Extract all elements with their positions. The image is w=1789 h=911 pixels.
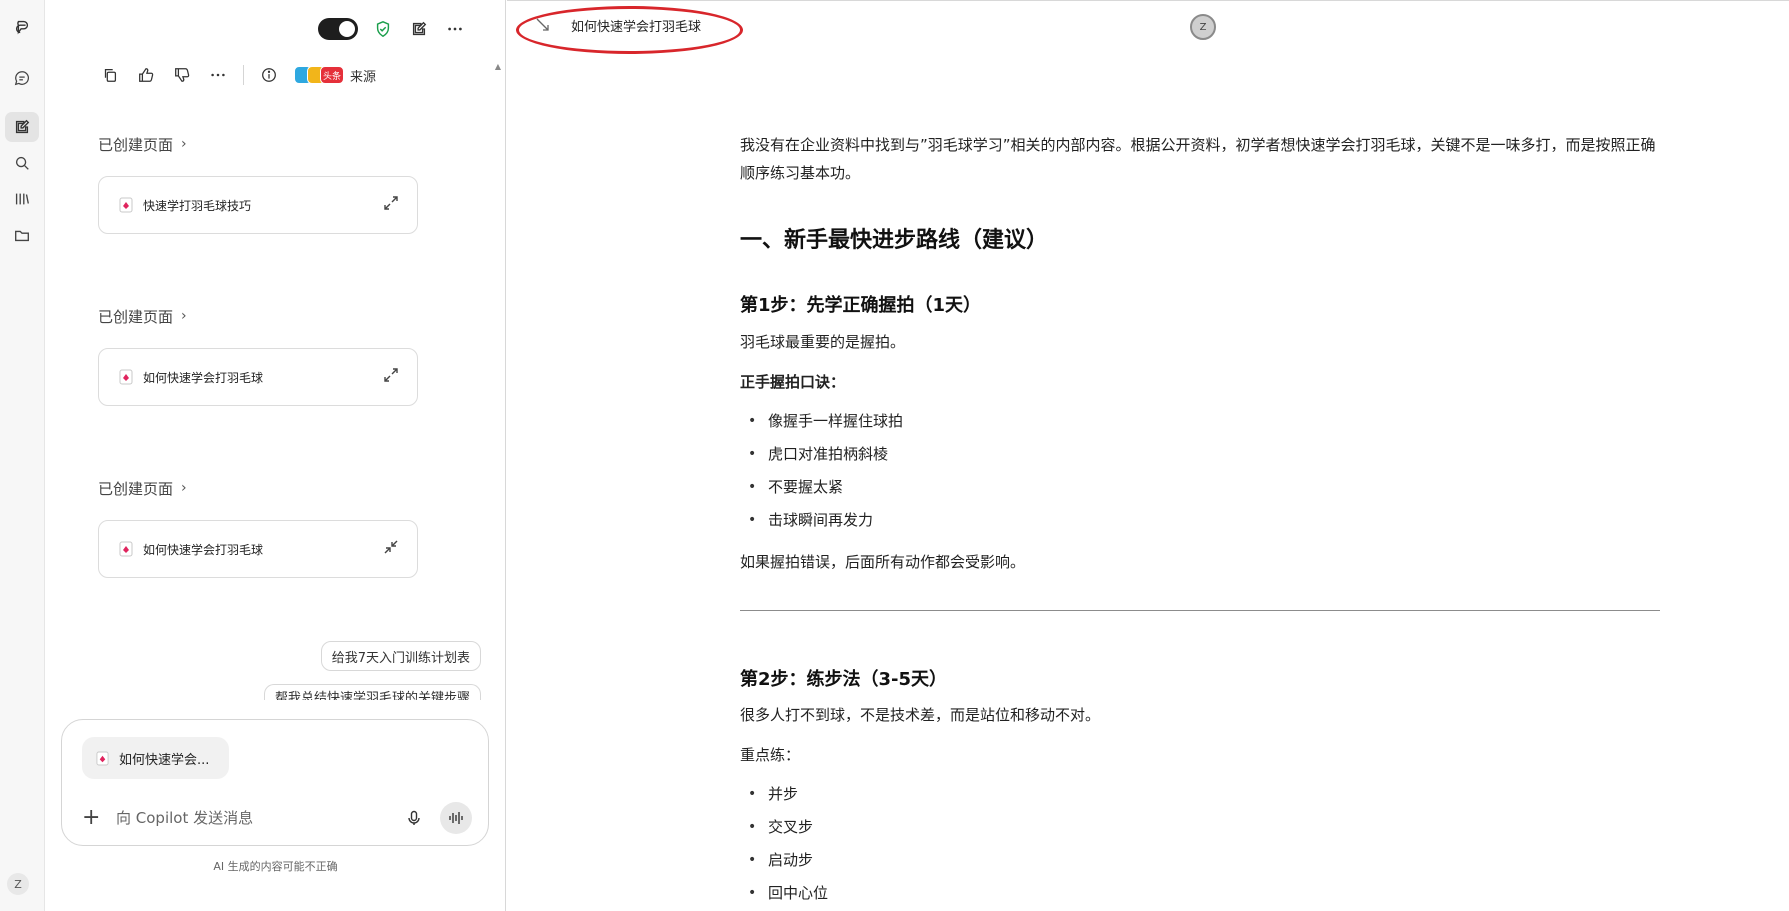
created-page-header[interactable]: 已创建页面 › [98, 304, 428, 328]
sources-label: 来源 [350, 69, 377, 85]
suggestion-chip[interactable]: 帮我总结快速学羽毛球的关键步骤 [263, 684, 481, 700]
attachment-chip[interactable]: 如何快速学会... [82, 737, 230, 779]
paragraph: 很多人打不到球，不是技术差，而是站位和移动不对。 [740, 706, 1101, 724]
attachment-label: 如何快速学会... [119, 752, 210, 768]
chevron-right-icon: › [181, 308, 187, 324]
message-input[interactable] [116, 809, 400, 827]
created-page-block: 已创建页面 › 如何快速学会打羽毛球 [98, 304, 428, 406]
created-page-block: 已创建页面 › 如何快速学会打羽毛球 [98, 476, 428, 578]
list-item: 启动步 [748, 850, 828, 883]
ai-disclaimer: AI 生成的内容可能不正确 [213, 860, 338, 873]
mode-toggle[interactable] [318, 18, 358, 40]
message-actions: 头条 来源 [99, 64, 376, 86]
more-actions-icon[interactable] [207, 64, 229, 86]
list-item: 不要握太紧 [748, 477, 903, 510]
bullet-list: 像握手一样握住球拍 虎口对准拍柄斜棱 不要握太紧 击球瞬间再发力 [748, 411, 903, 543]
subheading: 正手握拍口诀： [740, 373, 846, 391]
red-highlight-ring [516, 6, 743, 54]
list-item: 击球瞬间再发力 [748, 510, 903, 543]
intro-paragraph: 我没有在企业资料中找到与”羽毛球学习”相关的内部内容。根据公开资料，初学者想快速… [740, 136, 1656, 182]
document-header: 如何快速学会打羽毛球 Z [507, 1, 1789, 54]
scroll-up-arrow[interactable]: ▲ [495, 62, 501, 71]
chat-top-toolbar [318, 18, 466, 40]
bullet-list: 并步 交叉步 启动步 回中心位 [748, 784, 828, 911]
source-badge: 头条 [320, 66, 344, 84]
chat-panel: 头条 来源 ▲ 已创建页面 › 快速学打羽毛球技巧 已创建页面 › 如何快速学会… [45, 0, 506, 911]
list-item: 回中心位 [748, 883, 828, 911]
list-item: 虎口对准拍柄斜棱 [748, 444, 903, 477]
list-item: 像握手一样握住球拍 [748, 411, 903, 444]
sources-button[interactable]: 头条 来源 [294, 66, 376, 85]
expand-icon[interactable] [383, 367, 399, 387]
thumbs-down-icon[interactable] [171, 64, 193, 86]
plus-icon[interactable]: + [82, 807, 104, 829]
folder-icon[interactable] [5, 220, 39, 250]
created-page-header[interactable]: 已创建页面 › [98, 132, 428, 156]
thumbs-up-icon[interactable] [135, 64, 157, 86]
shield-check-icon[interactable] [372, 18, 394, 40]
page-card[interactable]: 快速学打羽毛球技巧 [98, 176, 418, 234]
user-avatar[interactable]: Z [7, 873, 29, 895]
page-doc-icon [119, 369, 133, 385]
composer-row: + [82, 802, 472, 834]
copy-icon[interactable] [99, 64, 121, 86]
collapse-icon[interactable] [383, 539, 399, 559]
divider-line [740, 610, 1660, 611]
more-options-icon[interactable] [444, 18, 466, 40]
pages-icon[interactable] [5, 112, 39, 142]
library-icon[interactable] [5, 184, 39, 214]
icon-rail: Z [0, 0, 45, 911]
source-icons: 头条 [294, 66, 344, 84]
page-doc-icon [119, 197, 133, 213]
copilot-logo-icon[interactable] [5, 12, 39, 42]
info-icon[interactable] [258, 64, 280, 86]
chat-icon[interactable] [5, 63, 39, 93]
list-item: 交叉步 [748, 817, 828, 850]
divider [243, 65, 244, 85]
chevron-right-icon: › [181, 136, 187, 152]
step-heading: 第1步：先学正确握拍（1天） [740, 295, 982, 316]
composer: 如何快速学会... + [61, 719, 489, 846]
list-item: 并步 [748, 784, 828, 817]
page-card[interactable]: 如何快速学会打羽毛球 [98, 520, 418, 578]
document-pane: 如何快速学会打羽毛球 Z 我没有在企业资料中找到与”羽毛球学习”相关的内部内容。… [507, 0, 1789, 911]
chevron-right-icon: › [181, 480, 187, 496]
page-doc-icon [96, 751, 109, 765]
expand-icon[interactable] [383, 195, 399, 215]
microphone-icon[interactable] [400, 804, 428, 832]
page-card[interactable]: 如何快速学会打羽毛球 [98, 348, 418, 406]
suggestion-chip[interactable]: 给我7天入门训练计划表 [320, 641, 481, 671]
paragraph: 如果握拍错误，后面所有动作都会受影响。 [740, 553, 1026, 571]
page-doc-icon [119, 541, 133, 557]
collaborator-avatar[interactable]: Z [1190, 14, 1216, 40]
paragraph: 重点练： [740, 746, 801, 764]
created-page-header[interactable]: 已创建页面 › [98, 476, 428, 500]
new-chat-icon[interactable] [408, 18, 430, 40]
created-page-block: 已创建页面 › 快速学打羽毛球技巧 [98, 132, 428, 234]
voice-mode-icon[interactable] [440, 802, 472, 834]
section-heading: 一、新手最快进步路线（建议） [740, 228, 1049, 253]
search-icon[interactable] [5, 148, 39, 178]
paragraph: 羽毛球最重要的是握拍。 [740, 333, 906, 351]
step-heading: 第2步：练步法（3-5天） [740, 669, 948, 690]
